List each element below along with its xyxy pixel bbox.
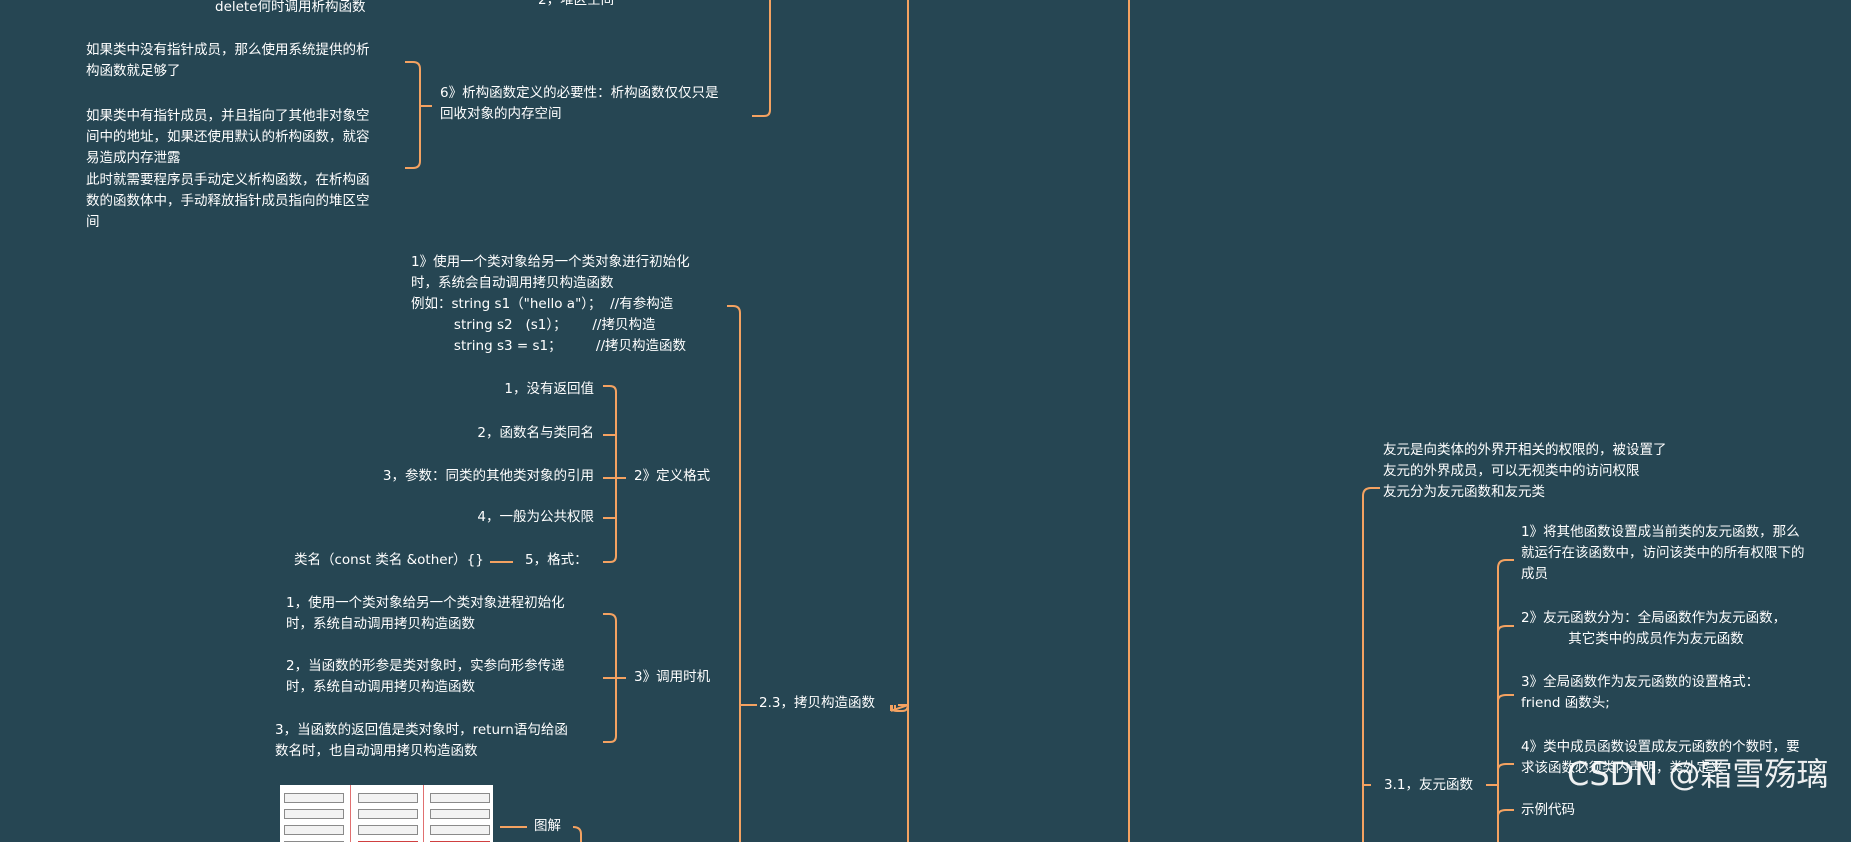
destructor-necessity-node: 6》析构函数定义的必要性：析构函数仅仅只是 回收对象的内存空间 bbox=[440, 85, 719, 122]
format-item-2: 2，函数名与类同名 bbox=[477, 425, 594, 441]
copy-ctor-title-node: 2.3，拷贝构造函数 bbox=[759, 695, 875, 711]
friend-item-1: 1》将其他函数设置成当前类的友元函数，那么 就运行在该函数中，访问该类中的所有权… bbox=[1521, 524, 1805, 582]
destructor-delete-note: delete何时调用析构函数 bbox=[215, 0, 366, 15]
friend-function-node: 3.1，友元函数 bbox=[1384, 777, 1473, 793]
format-item-1: 1，没有返回值 bbox=[504, 381, 594, 397]
friend-item-5: 示例代码 bbox=[1521, 802, 1575, 818]
thumb-column bbox=[284, 793, 344, 842]
format-node: 2》定义格式 bbox=[634, 468, 711, 484]
destructor-brace bbox=[405, 61, 432, 169]
csdn-watermark: CSDN @霜雪殇璃 bbox=[1567, 755, 1829, 793]
timing-node: 3》调用时机 bbox=[634, 669, 711, 685]
friend-item-3: 3》全局函数作为友元函数的设置格式： friend 函数头; bbox=[1521, 674, 1760, 711]
main-trunk-lines bbox=[752, 0, 1130, 842]
thumb-column bbox=[358, 793, 418, 842]
format-item-5: 5，格式： bbox=[525, 552, 588, 568]
manual-destructor-note: 此时就需要程序员手动定义析构函数，在析构函 数的函数体中，手动释放指针成员指向的… bbox=[86, 172, 370, 230]
format-item-3: 3，参数：同类的其他类对象的引用 bbox=[382, 468, 594, 484]
timing-item-3: 3，当函数的返回值是类对象时，return语句给函 数名时，也自动调用拷贝构造函… bbox=[275, 722, 568, 759]
heap-space-node: 2，堆区空间 bbox=[538, 0, 615, 8]
diagram-node: 图解 bbox=[534, 818, 561, 834]
copy-ctor-branch bbox=[727, 305, 909, 842]
thumb-divider bbox=[423, 785, 424, 842]
thumb-divider bbox=[350, 785, 351, 842]
copy-ctor-intro: 1》使用一个类对象给另一个类对象进行初始化 时，系统会自动调用拷贝构造函数 bbox=[411, 254, 690, 291]
format-item-4: 4，一般为公共权限 bbox=[477, 509, 594, 525]
has-pointer-note: 如果类中有指针成员，并且指向了其他非对象空 间中的地址，如果还使用默认的析构函数… bbox=[86, 108, 370, 166]
copy-ctor-example: 例如：string s1（"hello a"）； //有参构造 string s… bbox=[411, 296, 687, 354]
friend-item-2: 2》友元函数分为：全局函数作为友元函数， 其它类中的成员作为友元函数 bbox=[1521, 610, 1787, 647]
friend-intro: 友元是向类体的外界开相关的权限的，被设置了 友元的外界成员，可以无视类中的访问权… bbox=[1383, 442, 1667, 500]
timing-brace bbox=[603, 613, 626, 743]
timing-item-2: 2，当函数的形参是类对象时，实参向形参传递 时，系统自动调用拷贝构造函数 bbox=[286, 658, 565, 695]
copy-ctor-diagram-thumbnail[interactable] bbox=[280, 785, 493, 842]
thumb-column bbox=[430, 793, 490, 842]
no-pointer-note: 如果类中没有指针成员，那么使用系统提供的析 构函数就足够了 bbox=[86, 42, 370, 79]
format-syntax: 类名（const 类名 &other）{} bbox=[294, 552, 484, 568]
timing-item-1: 1，使用一个类对象给另一个类对象进程初始化 时，系统自动调用拷贝构造函数 bbox=[286, 595, 565, 632]
